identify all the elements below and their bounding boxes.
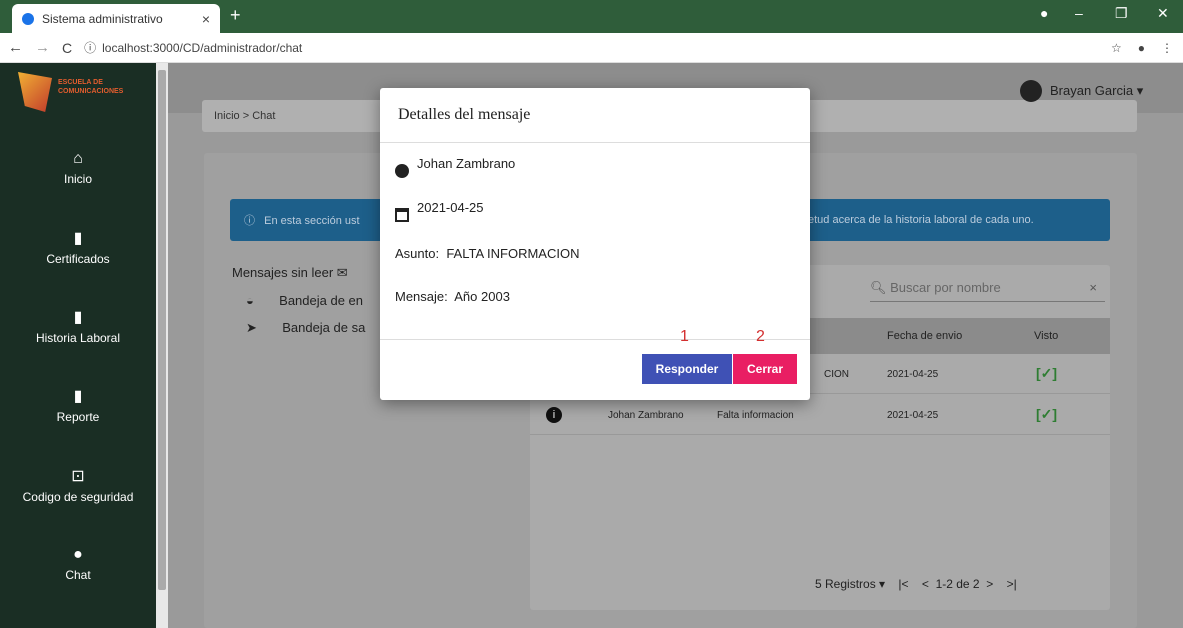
reload-icon[interactable]: C [62, 40, 72, 56]
sidebar-item-chat[interactable]: ● Chat [0, 546, 156, 582]
sidebar-item-codigo-seguridad[interactable]: ⊡ Codigo de seguridad [0, 466, 156, 504]
alert-text-right: etud acerca de la historia laboral de ca… [808, 214, 1034, 226]
user-menu[interactable]: Brayan Garcia ▾ [1020, 80, 1143, 102]
pagination: 5 Registros ▾ |< < 1-2 de 2 > >| [815, 577, 1017, 591]
alert-text-left: ⓘ En esta sección ust [244, 215, 360, 227]
bookmark-icon: ▮ [73, 309, 83, 326]
sidebar-item-historia-laboral[interactable]: ▮ Historia Laboral [0, 307, 156, 345]
menu-dots-icon[interactable]: ⋮ [1161, 41, 1173, 55]
inbox-item[interactable]: ◒ Bandeja de en [246, 293, 365, 308]
reply-button[interactable]: Responder [642, 354, 732, 384]
dialog-title: Detalles del mensaje [398, 106, 531, 123]
book-icon: ▮ [73, 230, 83, 247]
info-icon[interactable]: ⓘ [84, 39, 96, 56]
inbox-icon: ◒ [246, 293, 254, 308]
rows-per-page-select[interactable]: 5 Registros ▾ [815, 577, 885, 591]
chat-icon: ● [73, 546, 83, 563]
dialog-divider-top [380, 142, 810, 143]
account-circle-icon [395, 163, 409, 178]
sidebar-item-reporte[interactable]: ▮ Reporte [0, 386, 156, 424]
mail-icon: ✉ [336, 265, 348, 280]
lock-icon: ⊡ [71, 468, 85, 485]
minimize-icon[interactable]: – [1075, 5, 1083, 21]
page-range: 1-2 de 2 [935, 577, 980, 591]
sidebar [0, 63, 168, 628]
calendar-icon [395, 207, 409, 222]
report-icon: ▮ [73, 388, 83, 405]
search-input[interactable]: 🔍︎ Buscar por nombre × [870, 280, 1105, 302]
message-field: Mensaje: Año 2003 [395, 289, 510, 304]
info-icon: i [546, 407, 562, 423]
unread-label: Mensajes sin leer ✉ [232, 265, 348, 280]
home-icon: ⌂ [73, 150, 83, 167]
header-fecha[interactable]: Fecha de envio [887, 330, 962, 342]
url-field[interactable]: localhost:3000/CD/administrador/chat [102, 41, 302, 55]
new-tab-button[interactable]: + [230, 5, 241, 26]
breadcrumb: Inicio > Chat [214, 110, 276, 122]
subject-field: Asunto: FALTA INFORMACION [395, 246, 580, 261]
message-details-dialog: Detalles del mensaje Johan Zambrano 2021… [380, 88, 810, 400]
logo-text: ESCUELA DE COMUNICACIONES [58, 79, 124, 95]
table-row[interactable]: i Johan Zambrano Falta informacion 2021-… [530, 395, 1110, 435]
address-bar: ← → C ⓘ localhost:3000/CD/administrador/… [0, 33, 1183, 63]
annotation-marker-2: 2 [756, 328, 765, 345]
restore-icon[interactable]: ❐ [1115, 5, 1128, 22]
seen-check-icon: [✓] [1036, 365, 1058, 381]
sidebar-scroll-thumb[interactable] [158, 70, 166, 590]
send-icon: ➤ [246, 320, 257, 335]
avatar-icon [1020, 80, 1042, 102]
profile-dot-icon[interactable]: ● [1040, 5, 1048, 21]
tab-title: Sistema administrativo [42, 11, 163, 26]
annotation-marker-1: 1 [680, 328, 689, 345]
next-page-button[interactable]: > [986, 577, 993, 591]
forward-icon[interactable]: → [35, 39, 50, 56]
date-field: 2021-04-25 [395, 200, 484, 222]
last-page-button[interactable]: >| [1007, 577, 1017, 591]
messages-panel: Mensajes sin leer ✉ ◒ Bandeja de en ➤ Ba… [232, 265, 365, 336]
sidebar-item-certificados[interactable]: ▮ Certificados [0, 228, 156, 266]
bookmark-star-icon[interactable]: ☆ [1111, 41, 1122, 55]
sender-field: Johan Zambrano [395, 156, 515, 178]
clear-search-icon[interactable]: × [1089, 280, 1097, 295]
sidebar-item-inicio[interactable]: ⌂ Inicio [0, 150, 156, 186]
back-icon[interactable]: ← [8, 39, 23, 56]
account-icon[interactable]: ● [1138, 41, 1145, 55]
close-button[interactable]: Cerrar [733, 354, 797, 384]
seen-check-icon: [✓] [1036, 406, 1058, 422]
user-name: Brayan Garcia ▾ [1050, 83, 1144, 98]
prev-page-button[interactable]: < [922, 577, 929, 591]
search-icon: 🔍︎ [870, 280, 887, 295]
close-window-icon[interactable]: ✕ [1157, 5, 1169, 22]
header-visto[interactable]: Visto [1034, 330, 1058, 342]
browser-tab[interactable]: Sistema administrativo × [12, 4, 220, 33]
dialog-divider-bottom [380, 339, 810, 340]
tab-close-icon[interactable]: × [202, 11, 210, 27]
favicon-icon [22, 12, 34, 25]
outbox-item[interactable]: ➤ Bandeja de sa [246, 320, 365, 336]
first-page-button[interactable]: |< [898, 577, 908, 591]
